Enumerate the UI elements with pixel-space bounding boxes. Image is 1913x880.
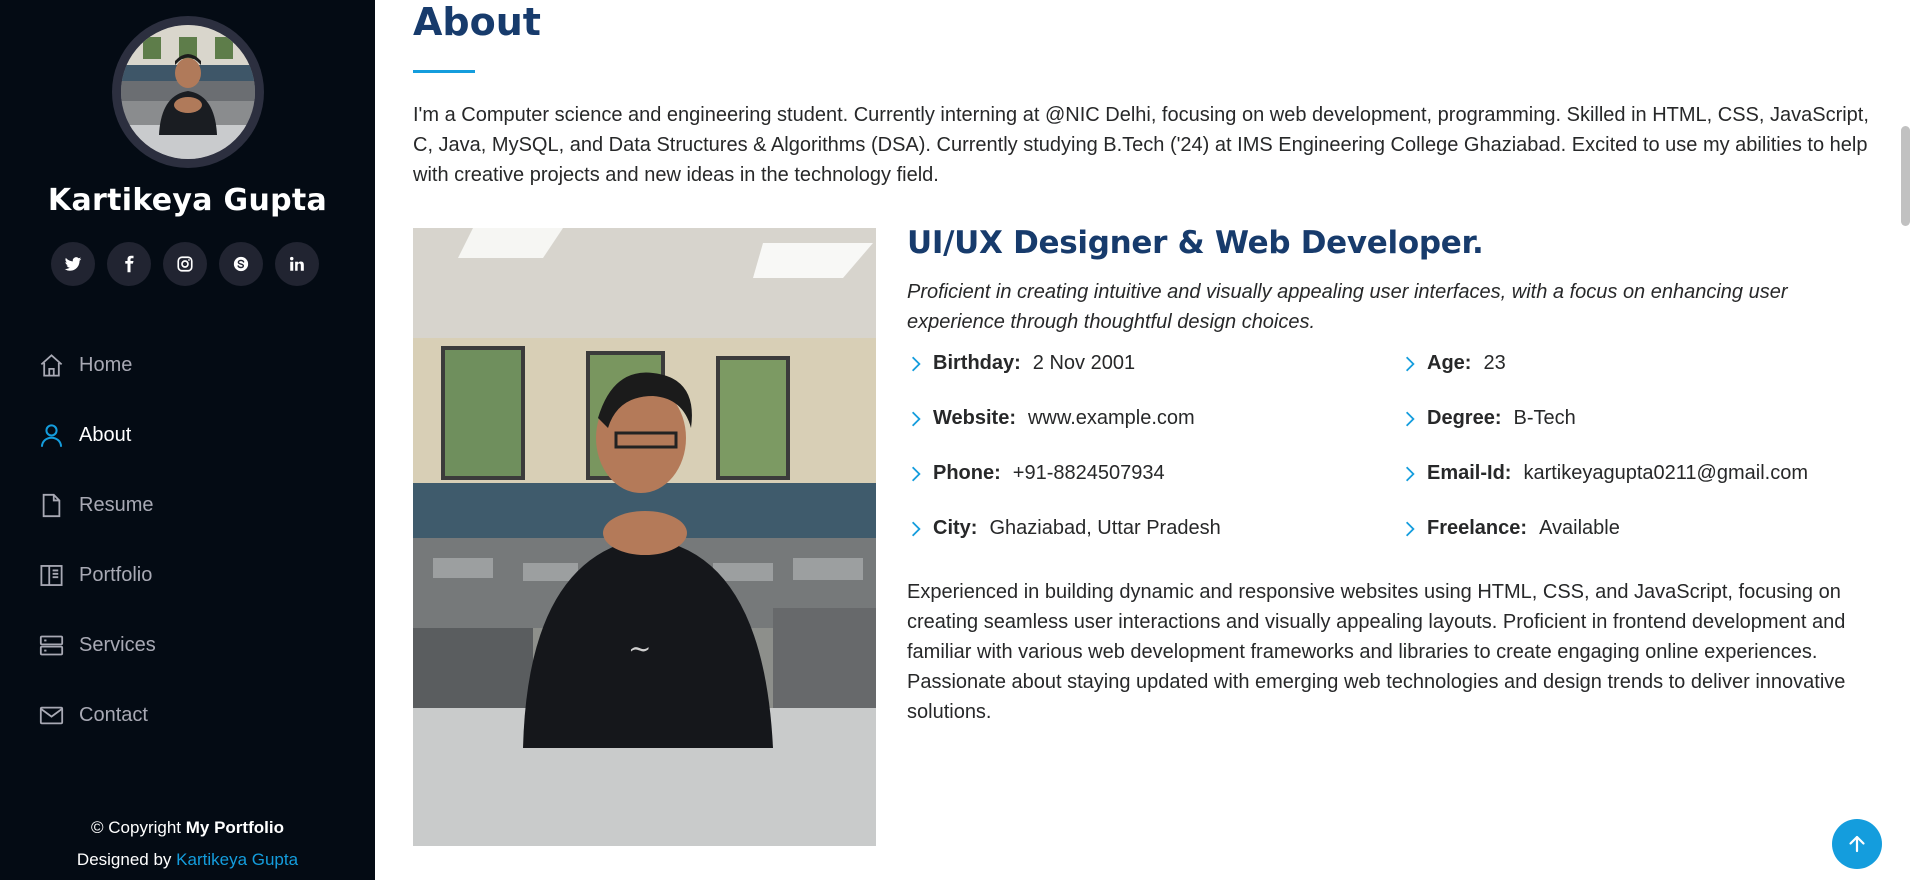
home-icon (40, 353, 63, 377)
age-label: Age: (1427, 352, 1472, 374)
degree-label: Degree: (1427, 407, 1502, 429)
nav-contact[interactable]: Contact (38, 680, 156, 750)
facebook-icon (125, 255, 134, 273)
back-to-top-button[interactable] (1832, 819, 1882, 869)
instagram-link[interactable] (163, 242, 207, 286)
nav-services[interactable]: Services (38, 610, 156, 680)
info-city: City: Ghaziabad, Uttar Pradesh (907, 517, 1221, 540)
info-email: Email-Id: kartikeyagupta0211@gmail.com (1401, 462, 1808, 485)
skype-link[interactable] (219, 242, 263, 286)
instagram-icon (177, 256, 193, 272)
website-value: www.example.com (1027, 407, 1195, 429)
chevron-right-icon (1405, 521, 1415, 536)
svg-text:~: ~ (628, 632, 651, 665)
twitter-link[interactable] (51, 242, 95, 286)
chevron-right-icon (1405, 466, 1415, 481)
person-icon (40, 423, 63, 447)
nav-home-label: Home (79, 353, 133, 376)
nav-about[interactable]: About (38, 400, 156, 470)
nav-portfolio-label: Portfolio (79, 563, 153, 586)
sidebar: Kartikeya Gupta Home About Resume Portfo… (0, 0, 375, 880)
nav-portfolio[interactable]: Portfolio (38, 540, 156, 610)
page-scrollbar[interactable] (1893, 0, 1913, 880)
intro-text: I'm a Computer science and engineering s… (413, 104, 1869, 186)
copyright-prefix: © Copyright (91, 818, 186, 837)
info-phone: Phone: +91-8824507934 (907, 462, 1165, 485)
degree-value: B-Tech (1513, 407, 1576, 429)
nav-resume[interactable]: Resume (38, 470, 156, 540)
freelance-value: Available (1539, 517, 1620, 539)
website-label: Website: (933, 407, 1016, 429)
age-value: 23 (1483, 352, 1506, 374)
skype-icon (233, 256, 249, 272)
birthday-label: Birthday: (933, 352, 1021, 374)
facebook-link[interactable] (107, 242, 151, 286)
server-icon (39, 635, 64, 655)
nav-about-label: About (79, 423, 132, 446)
email-label: Email-Id: (1427, 462, 1512, 484)
title-underline (413, 70, 475, 73)
profile-name: Kartikeya Gupta (47, 183, 328, 218)
scrollbar-thumb[interactable] (1901, 126, 1910, 226)
chevron-right-icon (1405, 411, 1415, 426)
nav-contact-label: Contact (79, 703, 148, 726)
role-title: UI/UX Designer & Web Developer. (907, 225, 1484, 261)
info-freelance: Freelance: Available (1401, 517, 1620, 540)
nav-services-label: Services (79, 633, 156, 656)
about-photo: ~ (413, 228, 876, 846)
credit-link[interactable]: Kartikeya Gupta (176, 850, 298, 869)
linkedin-link[interactable] (275, 242, 319, 286)
chevron-right-icon (911, 411, 921, 426)
info-degree: Degree: B-Tech (1401, 407, 1576, 430)
city-value: Ghaziabad, Uttar Pradesh (989, 517, 1221, 539)
phone-value: +91-8824507934 (1012, 462, 1165, 484)
birthday-value: 2 Nov 2001 (1032, 352, 1136, 374)
chevron-right-icon (911, 466, 921, 481)
freelance-label: Freelance: (1427, 517, 1528, 539)
info-age: Age: 23 (1401, 352, 1506, 375)
social-links (51, 242, 319, 286)
chevron-right-icon (911, 521, 921, 536)
nav-home[interactable]: Home (38, 330, 156, 400)
about-details: UI/UX Designer & Web Developer. Proficie… (907, 225, 1873, 723)
role-tagline: Proficient in creating intuitive and vis… (907, 281, 1788, 333)
twitter-icon (64, 257, 82, 271)
linkedin-icon (290, 256, 304, 271)
arrow-up-icon (1849, 835, 1865, 853)
phone-label: Phone: (933, 462, 1001, 484)
summary-text: Experienced in building dynamic and resp… (907, 581, 1846, 723)
book-icon (40, 564, 63, 586)
envelope-icon (39, 706, 64, 724)
designed-by: Designed by (76, 850, 177, 869)
avatar (112, 16, 264, 168)
info-birthday: Birthday: 2 Nov 2001 (907, 352, 1135, 375)
file-icon (42, 493, 61, 517)
city-label: City: (933, 517, 978, 539)
chevron-right-icon (1405, 356, 1415, 371)
email-value: kartikeyagupta0211@gmail.com (1523, 462, 1808, 484)
chevron-right-icon (911, 356, 921, 371)
copyright: © Copyright My Portfolio (0, 812, 375, 844)
profile-photo (121, 25, 255, 159)
section-title: About (413, 0, 541, 44)
main-nav: Home About Resume Portfolio Services Con… (38, 330, 156, 750)
copyright-brand: My Portfolio (185, 818, 284, 837)
info-website: Website: www.example.com (907, 407, 1195, 430)
sidebar-footer: © Copyright My Portfolio Designed by Kar… (0, 812, 375, 876)
nav-resume-label: Resume (79, 493, 154, 516)
credits: Designed by Kartikeya Gupta (0, 844, 375, 876)
